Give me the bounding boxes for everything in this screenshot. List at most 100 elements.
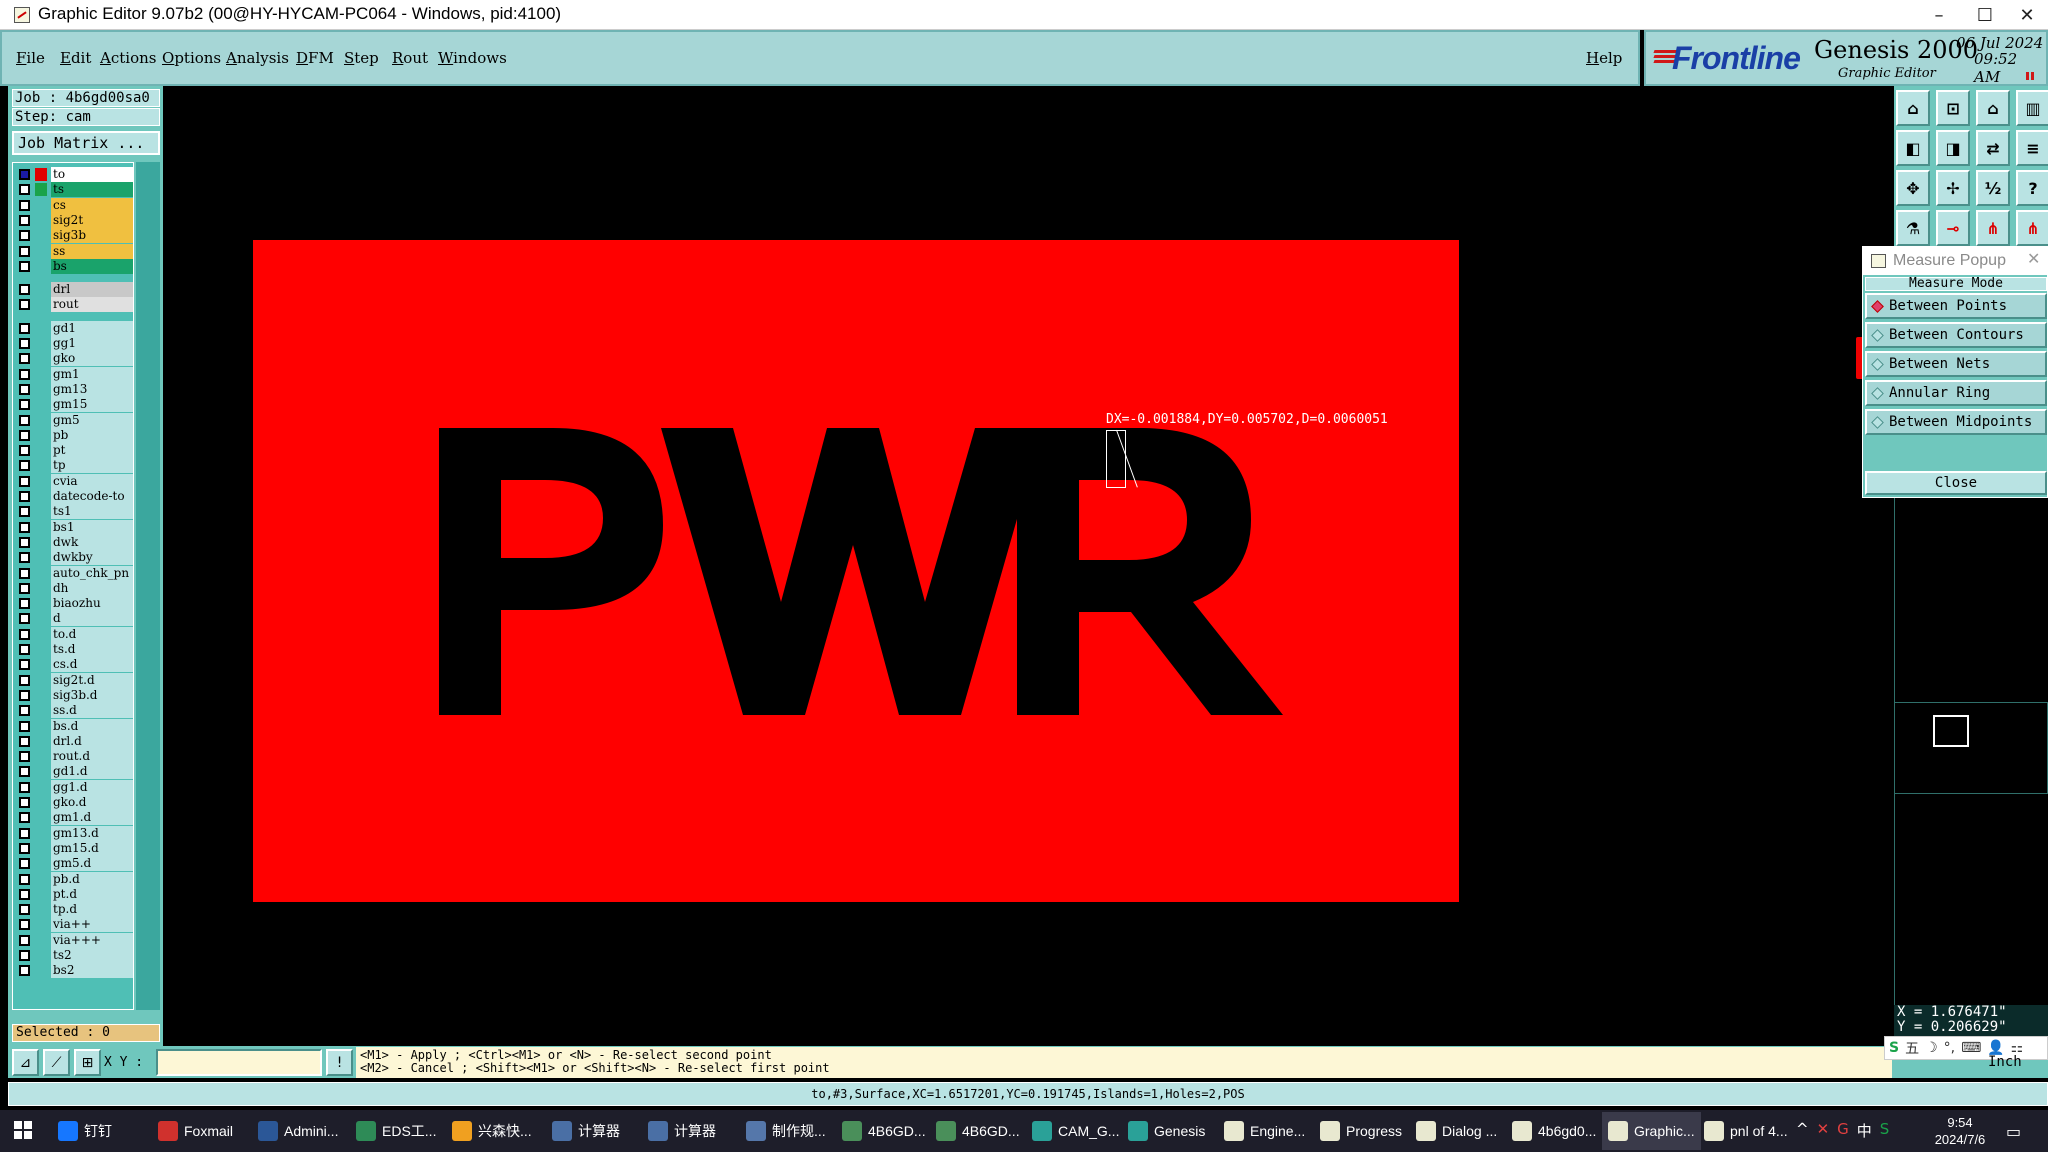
- layer-row[interactable]: ss.d: [15, 703, 133, 719]
- swap-icon[interactable]: ⇄: [1976, 130, 2010, 166]
- select-mode-icon[interactable]: ⊿: [12, 1049, 39, 1076]
- layer-row[interactable]: bs1: [15, 519, 133, 535]
- pause-icon[interactable]: [2026, 72, 2034, 80]
- ime-toolbar[interactable]: S 五 ☽ °, ⌨ 👤 ⚏: [1884, 1036, 2048, 1060]
- layer-row[interactable]: ts.d: [15, 642, 133, 657]
- taskbar-item[interactable]: Engine...: [1218, 1112, 1311, 1150]
- tray-g-icon[interactable]: G: [1837, 1120, 1849, 1141]
- layer-checkbox[interactable]: [19, 582, 30, 594]
- menu-dfm[interactable]: DFM: [296, 49, 334, 67]
- layer-checkbox[interactable]: [19, 720, 30, 732]
- tray-chevron-icon[interactable]: ^: [1796, 1120, 1809, 1141]
- layer-row[interactable]: gm5.d: [15, 856, 133, 872]
- layer-name[interactable]: gko: [51, 351, 133, 367]
- layer-checkbox[interactable]: [19, 965, 30, 977]
- close-window-button[interactable]: ✕: [2004, 0, 2048, 30]
- layer-name[interactable]: gd1: [51, 320, 133, 336]
- layer-name[interactable]: via+++: [51, 932, 133, 948]
- menu-options[interactable]: Options: [162, 49, 221, 67]
- layer-row[interactable]: dh: [15, 580, 133, 596]
- layer-checkbox[interactable]: [19, 689, 30, 701]
- option-between-midpoints[interactable]: Between Midpoints: [1865, 409, 2047, 435]
- layer-row[interactable]: rout.d: [15, 749, 133, 765]
- xy-input[interactable]: [156, 1049, 322, 1076]
- layer-name[interactable]: to.d: [51, 626, 133, 642]
- layer-row[interactable]: sig3b: [15, 228, 133, 244]
- layer-checkbox[interactable]: [19, 169, 30, 180]
- layer-name[interactable]: dwk: [51, 534, 133, 550]
- layer-checkbox[interactable]: [19, 521, 30, 533]
- layer-checkbox[interactable]: [19, 842, 30, 854]
- layer-name[interactable]: sig2t.d: [51, 672, 133, 688]
- layer-row[interactable]: rout: [15, 297, 133, 313]
- layer-checkbox[interactable]: [19, 598, 30, 610]
- layer-checkbox[interactable]: [19, 613, 30, 625]
- layer-name[interactable]: dwkby: [51, 550, 133, 566]
- layer-name[interactable]: pb: [51, 427, 133, 443]
- layer-row[interactable]: pt.d: [15, 886, 133, 902]
- grid-icon[interactable]: ⊞: [74, 1049, 101, 1076]
- layer-name[interactable]: dh: [51, 580, 133, 596]
- layer-checkbox[interactable]: [19, 383, 30, 395]
- layer-row[interactable]: cs.d: [15, 657, 133, 673]
- taskbar-item[interactable]: pnl of 4...: [1698, 1112, 1794, 1150]
- taskbar-item[interactable]: 制作规...: [740, 1112, 832, 1150]
- layer-name[interactable]: bs2: [51, 963, 133, 979]
- layer-name[interactable]: gd1.d: [51, 764, 133, 780]
- layer-checkbox[interactable]: [19, 873, 30, 885]
- zoom-in-icon[interactable]: ⊡: [1936, 90, 1970, 126]
- menu-rout[interactable]: Rout: [392, 49, 428, 67]
- layer-row[interactable]: sig2t: [15, 212, 133, 228]
- layer-name[interactable]: auto_chk_pn: [51, 565, 133, 581]
- layer-row[interactable]: bs: [15, 258, 133, 274]
- layer-row[interactable]: to.d: [15, 626, 133, 642]
- menu-actions[interactable]: Actions: [100, 49, 156, 67]
- layer-name[interactable]: gko.d: [51, 795, 133, 810]
- layer-name[interactable]: bs1: [51, 519, 133, 535]
- layer-checkbox[interactable]: [19, 414, 30, 426]
- layer-name[interactable]: gm15.d: [51, 840, 133, 856]
- layer-checkbox[interactable]: [19, 491, 30, 502]
- layer-row[interactable]: dwk: [15, 534, 133, 550]
- layer-checkbox[interactable]: [19, 781, 30, 793]
- layer-row[interactable]: pt: [15, 443, 133, 459]
- menu-help[interactable]: Help: [1586, 49, 1622, 67]
- job-matrix-button[interactable]: Job Matrix ...: [12, 131, 160, 155]
- layer-row[interactable]: gm13.d: [15, 825, 133, 841]
- tray-sogou-icon[interactable]: S: [1880, 1120, 1890, 1141]
- layer-row[interactable]: cs: [15, 197, 133, 213]
- layer-row[interactable]: sig2t.d: [15, 672, 133, 688]
- layer-row[interactable]: ts1: [15, 504, 133, 520]
- layer-row[interactable]: ss: [15, 243, 133, 259]
- layer-checkbox[interactable]: [19, 184, 30, 196]
- layer-name[interactable]: pt: [51, 443, 133, 459]
- layer-checkbox[interactable]: [19, 674, 30, 686]
- info-icon[interactable]: !: [326, 1049, 353, 1076]
- layer-checkbox[interactable]: [19, 506, 30, 518]
- layer-name[interactable]: pt.d: [51, 886, 133, 902]
- layer-name[interactable]: rout.d: [51, 749, 133, 765]
- layer-name[interactable]: sig3b.d: [51, 687, 133, 703]
- layer-checkbox[interactable]: [19, 888, 30, 900]
- ime-punct[interactable]: °,: [1944, 1040, 1955, 1056]
- notification-icon[interactable]: ▭: [2006, 1122, 2021, 1141]
- layer-row[interactable]: auto_chk_pn: [15, 565, 133, 581]
- layer-checkbox[interactable]: [19, 245, 30, 257]
- layer-name[interactable]: ss: [51, 243, 133, 259]
- layer-name[interactable]: ts.d: [51, 642, 133, 657]
- layer-list-scrollbar[interactable]: [136, 162, 160, 1010]
- layer-name[interactable]: gg1.d: [51, 779, 133, 795]
- taskbar-item[interactable]: Dialog ...: [1410, 1112, 1503, 1150]
- layer-row[interactable]: d: [15, 611, 133, 627]
- layer-name[interactable]: drl: [51, 282, 133, 298]
- scale-icon[interactable]: ½: [1976, 170, 2010, 206]
- layer-checkbox[interactable]: [19, 659, 30, 671]
- layer-row[interactable]: gm15.d: [15, 840, 133, 856]
- layer-checkbox[interactable]: [19, 735, 30, 747]
- menu-windows[interactable]: Windows: [438, 49, 507, 67]
- snap-icon[interactable]: ⋔: [2016, 210, 2048, 246]
- popup-close-icon[interactable]: ✕: [2027, 249, 2040, 268]
- layer-name[interactable]: rout: [51, 297, 133, 313]
- layer-checkbox[interactable]: [19, 260, 30, 272]
- layer-name[interactable]: cvia: [51, 473, 133, 489]
